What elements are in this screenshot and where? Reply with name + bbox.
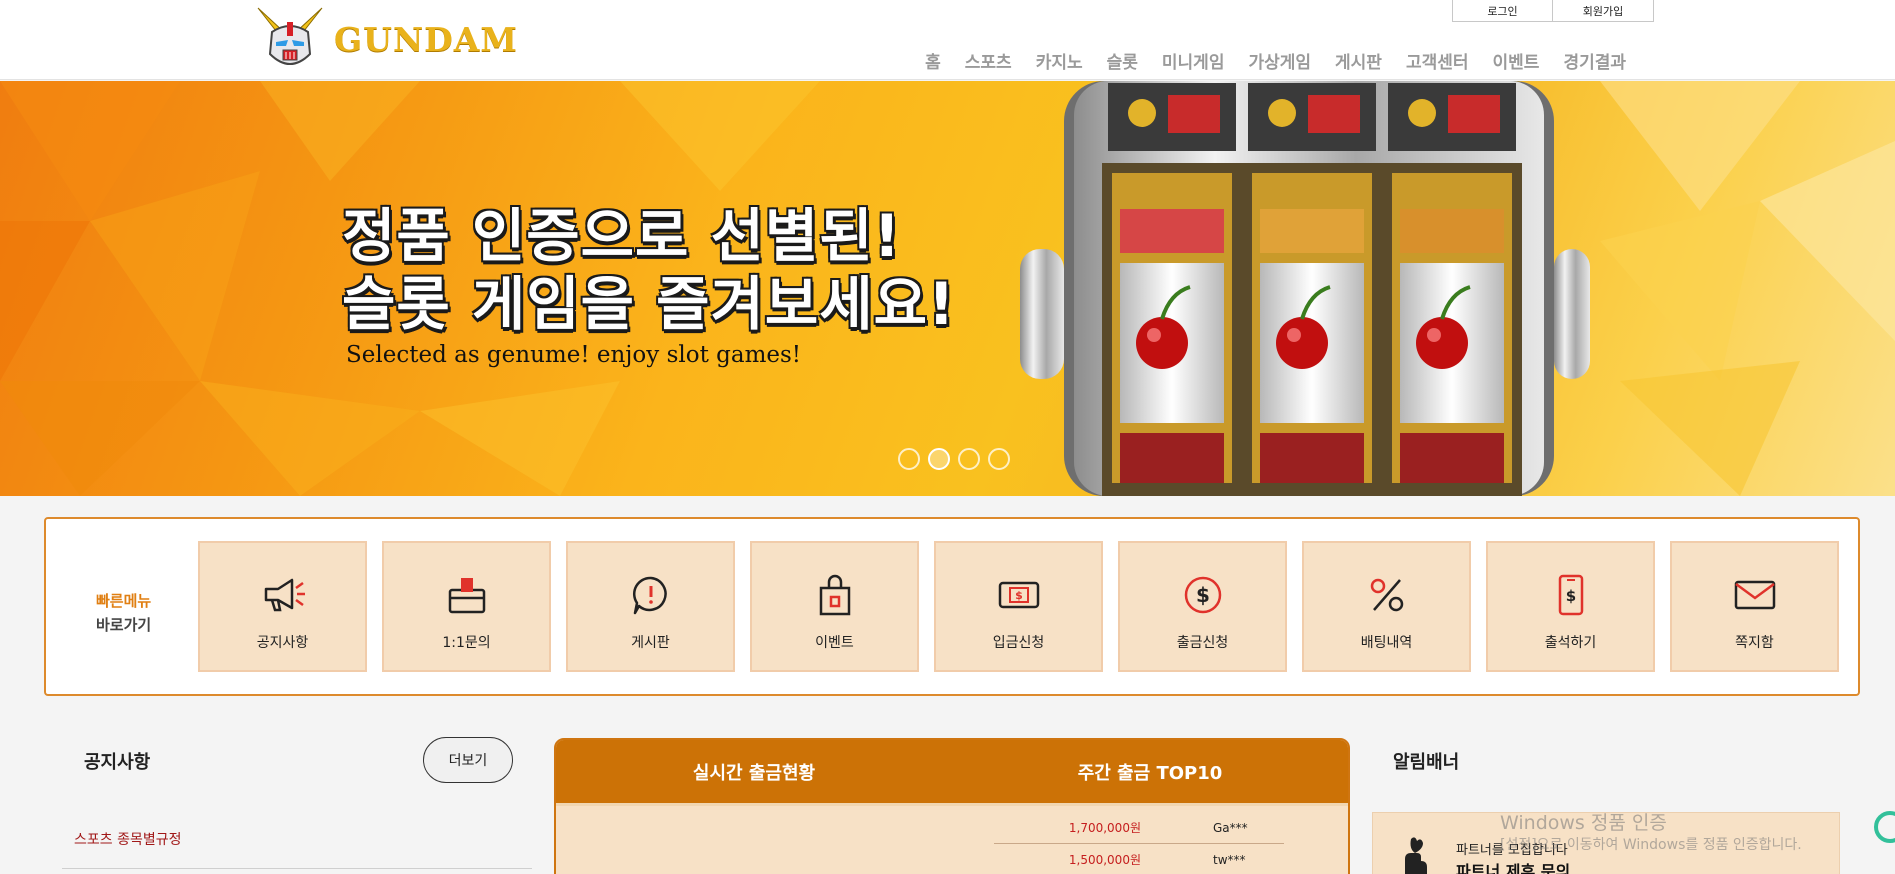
nav-casino[interactable]: 카지노	[1024, 48, 1095, 73]
quick-item-board[interactable]: 게시판	[566, 541, 735, 672]
tab-live-withdraw[interactable]: 실시간 출금현황	[556, 740, 952, 803]
phone-dollar-icon: $	[1558, 574, 1583, 616]
heart-hand-icon	[1405, 837, 1427, 874]
nav-sports[interactable]: 스포츠	[953, 48, 1024, 73]
quick-item-label: 배팅내역	[1360, 635, 1413, 651]
quick-item-label: 출금신청	[1176, 635, 1229, 651]
slider-dots	[898, 448, 1010, 470]
tab-weekly-top10[interactable]: 주간 출금 TOP10	[952, 740, 1348, 803]
nav-home[interactable]: 홈	[913, 48, 953, 73]
chat-bubble-icon	[632, 576, 667, 615]
quick-menu-items: 공지사항 1:1문의 게시판 이벤트 $ 입금신청 $ 출금신청 배팅내역 $ …	[198, 541, 1839, 672]
activation-watermark-text: [설정]으로 이동하여 Windows를 정품 인증합니다.	[1500, 837, 1802, 853]
divider	[62, 868, 532, 869]
nav-slot[interactable]: 슬롯	[1095, 48, 1150, 73]
coin-dollar-icon: $	[1184, 576, 1221, 614]
chat-widget-icon[interactable]	[1870, 810, 1895, 844]
quick-item-label: 출석하기	[1544, 635, 1597, 651]
inbox-icon	[448, 578, 485, 614]
nav-customer-center[interactable]: 고객센터	[1394, 48, 1481, 73]
nav-minigame[interactable]: 미니게임	[1150, 48, 1237, 73]
withdraw-user: Ga***	[1213, 820, 1248, 835]
quick-menu: 빠른메뉴 바로가기 공지사항 1:1문의 게시판 이벤트 $ 입금신청 $ 출금…	[44, 517, 1860, 696]
nav-virtual-game[interactable]: 가상게임	[1236, 48, 1323, 73]
withdraw-user: tw***	[1213, 852, 1246, 867]
slider-dot[interactable]	[958, 448, 980, 470]
site-header: GUNDAM 로그인 회원가입 홈 스포츠 카지노 슬롯 미니게임 가상게임 게…	[0, 0, 1895, 80]
quick-item-withdraw[interactable]: $ 출금신청	[1118, 541, 1287, 672]
quick-item-attendance[interactable]: $ 출석하기	[1486, 541, 1655, 672]
nav-board[interactable]: 게시판	[1323, 48, 1394, 73]
quick-item-deposit[interactable]: $ 입금신청	[934, 541, 1103, 672]
quick-item-label: 쪽지함	[1735, 635, 1774, 651]
slider-dot[interactable]	[898, 448, 920, 470]
withdraw-panel: 실시간 출금현황 주간 출금 TOP10 1,700,000원 Ga*** 1,…	[554, 738, 1350, 874]
quick-item-label: 게시판	[631, 635, 670, 651]
svg-text:$: $	[1015, 589, 1023, 602]
nav-results[interactable]: 경기결과	[1551, 48, 1638, 73]
gift-bag-icon	[819, 574, 850, 616]
notice-item[interactable]: 스포츠 종목별규정	[74, 829, 182, 849]
withdraw-tabs: 실시간 출금현황 주간 출금 TOP10	[556, 740, 1348, 806]
withdraw-amount: 1,500,000원	[1068, 853, 1141, 867]
withdraw-row: 1,700,000원 Ga***	[976, 819, 1276, 836]
notice-title: 공지사항	[84, 752, 151, 773]
withdraw-row: 1,500,000원 tw***	[976, 851, 1276, 868]
banner-headline: 정품 인증으로 선별된! 슬롯 게임을 즐겨보세요!	[342, 202, 956, 338]
withdraw-amount: 1,700,000원	[1068, 821, 1141, 835]
quick-item-inquiry[interactable]: 1:1문의	[382, 541, 551, 672]
gundam-head-icon	[257, 7, 323, 65]
page: GUNDAM 로그인 회원가입 홈 스포츠 카지노 슬롯 미니게임 가상게임 게…	[0, 0, 1895, 874]
row-divider	[994, 843, 1284, 844]
alarm-banner-title: 알림배너	[1393, 752, 1460, 773]
cash-deposit-icon: $	[998, 581, 1039, 609]
svg-text:$: $	[1565, 587, 1575, 605]
logo-text: GUNDAM	[334, 20, 518, 59]
signup-button[interactable]: 회원가입	[1553, 0, 1654, 22]
svg-text:$: $	[1196, 583, 1210, 607]
activation-watermark-title: Windows 정품 인증	[1500, 812, 1667, 834]
quick-item-messages[interactable]: 쪽지함	[1670, 541, 1839, 672]
partner-title: 파트너 제휴 문의	[1456, 862, 1571, 874]
quick-item-label: 1:1문의	[442, 635, 491, 651]
quick-item-betting-history[interactable]: 배팅내역	[1302, 541, 1471, 672]
login-button[interactable]: 로그인	[1452, 0, 1553, 22]
site-logo[interactable]: GUNDAM	[250, 0, 518, 75]
more-button[interactable]: 더보기	[423, 737, 513, 783]
slider-dot[interactable]	[988, 448, 1010, 470]
quick-item-label: 입금신청	[992, 635, 1045, 651]
percent-icon	[1370, 578, 1403, 612]
envelope-icon	[1734, 580, 1775, 610]
auth-buttons: 로그인 회원가입	[1452, 0, 1654, 22]
quick-item-event[interactable]: 이벤트	[750, 541, 919, 672]
megaphone-icon	[264, 578, 305, 612]
nav-event[interactable]: 이벤트	[1481, 48, 1552, 73]
hero-banner[interactable]: 정품 인증으로 선별된! 슬롯 게임을 즐겨보세요! Selected as g…	[0, 81, 1895, 496]
slider-dot-active[interactable]	[928, 448, 950, 470]
quick-item-label: 이벤트	[815, 635, 854, 651]
quick-item-notice[interactable]: 공지사항	[198, 541, 367, 672]
slot-machine-image	[1020, 81, 1590, 496]
quick-menu-title: 빠른메뉴 바로가기	[96, 592, 152, 634]
quick-item-label: 공지사항	[256, 635, 309, 651]
banner-subtitle: Selected as genume! enjoy slot games!	[346, 342, 802, 368]
main-nav: 홈 스포츠 카지노 슬롯 미니게임 가상게임 게시판 고객센터 이벤트 경기결과	[913, 48, 1638, 73]
